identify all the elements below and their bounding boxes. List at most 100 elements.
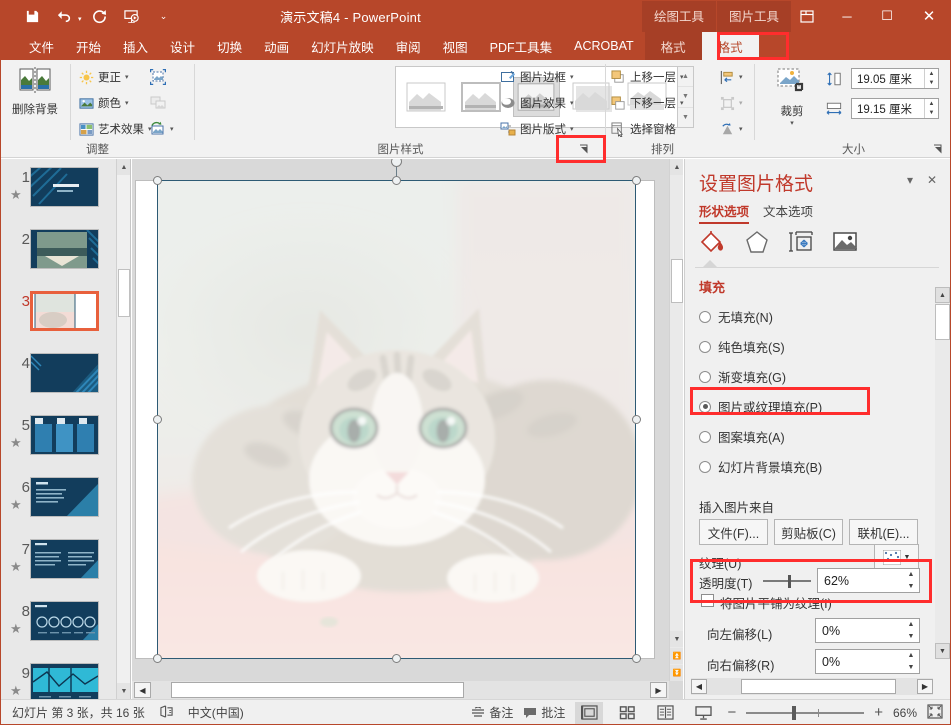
thumbnail-slide-5[interactable]: 5 ★	[0, 415, 130, 469]
zoom-level-label[interactable]: 66%	[893, 706, 917, 720]
rotate-dropdown-icon[interactable]: ▾	[739, 125, 743, 133]
thumbnail-slide-9[interactable]: 9 ★	[0, 663, 130, 699]
tab-file[interactable]: 文件	[18, 32, 65, 60]
transparency-slider-knob[interactable]	[788, 575, 791, 588]
panel-horizontal-scrollbar[interactable]: ◀ ▶	[691, 678, 933, 695]
radio-icon[interactable]	[699, 371, 711, 383]
transparency-stepper[interactable]: ▲▼	[903, 569, 919, 592]
tab-animations[interactable]: 动画	[253, 32, 300, 60]
vscroll-thumb[interactable]	[671, 259, 683, 303]
panel-tab-shape-options[interactable]: 形状选项	[699, 201, 749, 224]
slideshow-view-button[interactable]	[689, 702, 717, 724]
hscroll-track[interactable]	[153, 682, 648, 698]
tab-format-picture-tools[interactable]: 格式	[702, 32, 759, 60]
tab-review[interactable]: 审阅	[385, 32, 432, 60]
tab-design[interactable]: 设计	[159, 32, 206, 60]
maximize-icon[interactable]: ☐	[867, 0, 907, 32]
offset-left-stepper[interactable]: ▲▼	[903, 619, 919, 642]
selection-pane-button[interactable]: 选择窗格	[610, 118, 676, 140]
fill-option-solid-fill[interactable]: 纯色填充(S)	[699, 337, 785, 356]
picture-effects-dropdown-icon[interactable]: ▾	[570, 99, 574, 107]
undo-dropdown-icon[interactable]: ▾	[78, 15, 82, 23]
tab-view[interactable]: 视图	[432, 32, 479, 60]
thumbnail-scroll-thumb[interactable]	[118, 269, 130, 317]
picture-effects-button[interactable]: 图片效果 ▾	[500, 92, 574, 114]
panel-hscroll-thumb[interactable]	[741, 679, 896, 694]
panel-scroll-left-icon[interactable]: ◀	[691, 679, 707, 694]
tab-pdf-toolkit[interactable]: PDF工具集	[479, 32, 564, 60]
rotate-button[interactable]: ▾	[719, 118, 743, 140]
scroll-left-icon[interactable]: ◀	[134, 682, 151, 698]
remove-background-button[interactable]: 删除背景	[6, 64, 64, 117]
group-button[interactable]: ▾	[719, 92, 743, 114]
transparency-slider-track[interactable]	[763, 580, 811, 582]
radio-icon[interactable]	[699, 401, 711, 413]
panel-collapse-icon[interactable]: ▾	[907, 173, 913, 187]
corrections-dropdown-icon[interactable]: ▾	[125, 73, 129, 81]
send-backward-button[interactable]: 下移一层 ▾	[610, 92, 684, 114]
tab-slideshow[interactable]: 幻灯片放映	[300, 32, 385, 60]
picture-style-option[interactable]	[402, 77, 449, 117]
shape-width-input[interactable]: 19.15 厘米 ▲▼	[851, 98, 939, 119]
zoom-out-button[interactable]: −	[727, 704, 736, 721]
format-picture-panel[interactable]: 设置图片格式 ▾ ✕ 形状选项 文本选项 填充 无填充(N)	[684, 159, 951, 699]
close-icon[interactable]: ✕	[907, 0, 951, 32]
comments-button[interactable]: 批注	[523, 704, 565, 721]
slide-sorter-view-button[interactable]	[613, 702, 641, 724]
color-dropdown-icon[interactable]: ▾	[125, 99, 129, 107]
canvas-vertical-scrollbar[interactable]: ▲ ▼ ⏫ ⏬	[669, 159, 683, 681]
save-icon[interactable]	[18, 3, 46, 29]
picture-styles-dialog-launcher[interactable]	[577, 142, 591, 156]
bring-forward-button[interactable]: 上移一层 ▾	[610, 66, 684, 88]
picture-border-dropdown-icon[interactable]: ▾	[570, 73, 574, 81]
previous-slide-icon[interactable]: ⏫	[670, 648, 683, 664]
reset-picture-button[interactable]: ▾	[150, 118, 174, 140]
notes-button[interactable]: 备注	[471, 704, 513, 721]
picture-border-button[interactable]: 图片边框 ▾	[500, 66, 574, 88]
crop-button[interactable]: 裁剪 ▾	[766, 66, 818, 127]
bring-forward-dropdown-icon[interactable]: ▾	[680, 73, 684, 81]
texture-dropdown-icon[interactable]: ▼	[904, 554, 911, 561]
panel-scroll-down-icon[interactable]: ▼	[935, 643, 950, 659]
slide-info-label[interactable]: 幻灯片 第 3 张，共 16 张	[12, 704, 145, 721]
picture-layout-button[interactable]: 图片版式 ▾	[500, 118, 574, 140]
panel-tab-text-options[interactable]: 文本选项	[763, 201, 813, 224]
minimize-icon[interactable]: ─	[827, 0, 867, 32]
panel-scroll-thumb[interactable]	[935, 304, 950, 340]
reset-picture-dropdown-icon[interactable]: ▾	[170, 125, 174, 133]
fill-option-gradient-fill[interactable]: 渐变填充(G)	[699, 367, 786, 386]
thumbnail-slide-2[interactable]: 2	[0, 229, 130, 283]
panel-close-icon[interactable]: ✕	[927, 173, 937, 187]
slide-canvas[interactable]: ◀ ▶ ▲ ▼ ⏫ ⏬	[132, 159, 683, 699]
slide-surface[interactable]	[136, 181, 654, 658]
start-slideshow-icon[interactable]	[118, 3, 146, 29]
scroll-down-icon[interactable]: ▼	[670, 631, 683, 647]
selected-picture[interactable]	[157, 180, 636, 659]
effects-icon[interactable]	[743, 228, 771, 256]
offset-right-stepper[interactable]: ▲▼	[903, 650, 919, 673]
tab-home[interactable]: 开始	[65, 32, 112, 60]
corrections-button[interactable]: 更正 ▾	[78, 66, 129, 88]
send-backward-dropdown-icon[interactable]: ▾	[680, 99, 684, 107]
picture-icon[interactable]	[831, 228, 859, 256]
next-slide-icon[interactable]: ⏬	[670, 665, 683, 681]
color-button[interactable]: 颜色 ▾	[78, 92, 129, 114]
shape-height-stepper[interactable]: ▲▼	[924, 69, 938, 88]
insert-from-file-button[interactable]: 文件(F)...	[699, 519, 768, 545]
thumbnail-slide-3[interactable]: 3	[0, 291, 130, 345]
change-picture-button[interactable]	[150, 92, 166, 114]
group-dropdown-icon[interactable]: ▾	[739, 99, 743, 107]
accessibility-icon[interactable]	[159, 705, 174, 721]
size-dialog-launcher[interactable]	[931, 142, 945, 156]
picture-layout-dropdown-icon[interactable]: ▾	[570, 125, 574, 133]
thumbnail-slide-6[interactable]: 6 ★	[0, 477, 130, 531]
language-label[interactable]: 中文(中国)	[188, 704, 244, 721]
hscroll-thumb[interactable]	[171, 682, 464, 698]
panel-vertical-scrollbar[interactable]: ▲ ▼	[935, 287, 950, 659]
ribbon-display-options-icon[interactable]	[787, 0, 827, 32]
normal-view-button[interactable]	[575, 702, 603, 724]
radio-icon[interactable]	[699, 341, 711, 353]
zoom-slider-knob[interactable]	[792, 706, 796, 720]
tile-picture-checkbox[interactable]	[701, 594, 714, 607]
scroll-up-icon[interactable]: ▲	[670, 159, 683, 175]
